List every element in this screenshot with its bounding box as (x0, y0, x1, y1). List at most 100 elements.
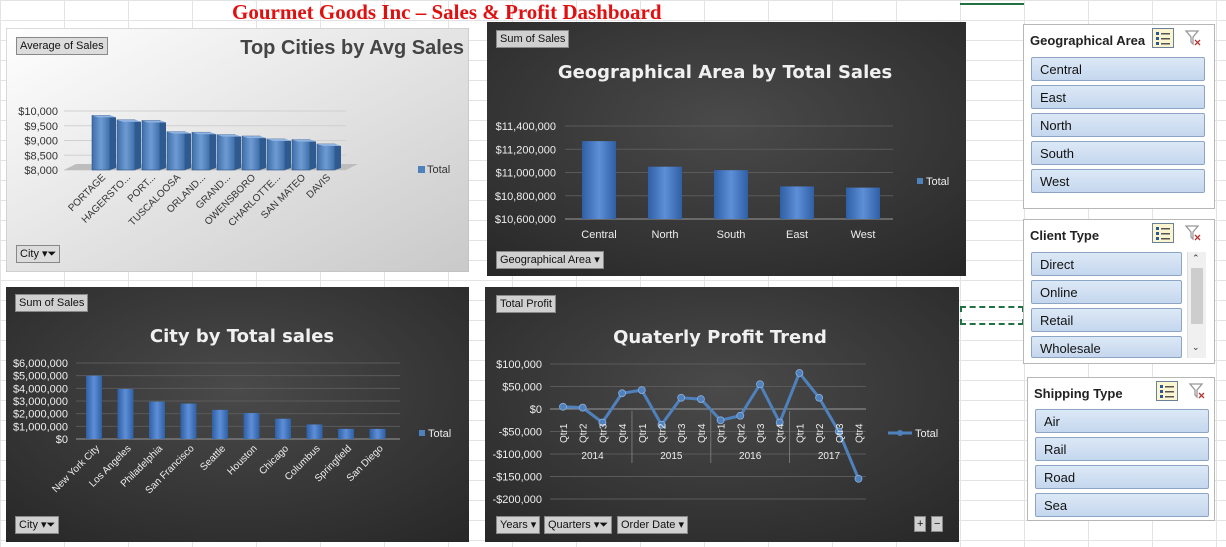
data-point (716, 416, 725, 425)
bar (369, 428, 386, 439)
bar (582, 141, 616, 219)
filter-funnel-icon: ▾⏷ (41, 519, 56, 531)
slicer-item-east[interactable]: East (1031, 85, 1205, 109)
slicer-client-type[interactable]: Client Type Direct Online Retail Wholesa… (1023, 219, 1215, 364)
field-button-city[interactable]: City ▾⏷ (15, 516, 60, 534)
x-group-label: 2017 (818, 451, 841, 462)
chart-title: Top Cities by Avg Sales (240, 37, 464, 59)
y-tick-label: -$50,000 (499, 427, 542, 439)
slicer-item-wholesale[interactable]: Wholesale (1031, 336, 1182, 358)
x-tick-label: Qtr1 (638, 423, 649, 443)
slicer-title: Client Type (1030, 228, 1100, 243)
filter-funnel-icon: ▾⏷ (593, 519, 609, 531)
slicer-item-online[interactable]: Online (1031, 280, 1182, 304)
slicer-title: Shipping Type (1034, 386, 1123, 401)
multi-select-icon[interactable] (1152, 223, 1174, 243)
scroll-up-icon[interactable]: ⌃ (1192, 253, 1200, 264)
slicer-geographical-area[interactable]: Geographical Area Central East North Sou… (1023, 24, 1215, 209)
bar (291, 139, 311, 171)
field-button-order-date[interactable]: Order Date ▾ (617, 516, 689, 534)
clear-filter-icon[interactable] (1188, 382, 1206, 400)
slicer-scrollbar[interactable]: ⌃ ⌄ (1187, 252, 1206, 358)
bar-side (260, 136, 266, 170)
bar (149, 401, 165, 439)
bar (191, 131, 211, 171)
legend-swatch (419, 430, 425, 436)
chart-top-cities-svg: Top Cities by Avg Sales $8,000 $8,500 $9,00… (6, 28, 469, 272)
y-tick-label: $4,000,000 (13, 383, 68, 395)
slicer-item-direct[interactable]: Direct (1031, 252, 1182, 276)
field-button-label: Years (500, 519, 528, 531)
x-tick-label: Qtr2 (815, 423, 826, 443)
field-button-label: Quarters (548, 519, 591, 531)
multi-select-icon[interactable] (1152, 28, 1174, 48)
scroll-thumb[interactable] (1191, 268, 1203, 324)
bar (166, 131, 186, 171)
y-tick-label: $0 (530, 404, 542, 416)
field-button-city[interactable]: City ▾⏷ (16, 245, 61, 263)
data-point (756, 380, 764, 389)
bar-side (185, 131, 191, 170)
bar (180, 403, 197, 439)
chart-quarterly-profit-svg: Quaterly Profit Trend -$200,000 -$150,000 -… (485, 287, 959, 542)
slicer-shipping-type[interactable]: Shipping Type Air Rail Road Sea (1027, 377, 1215, 521)
x-tick-label: West (851, 229, 876, 241)
field-button-quarters[interactable]: Quarters ▾⏷ (544, 516, 613, 534)
legend-swatch (917, 178, 923, 184)
slicer-item-retail[interactable]: Retail (1031, 308, 1182, 332)
field-button-total-profit[interactable]: Total Profit (496, 295, 556, 313)
selected-cell[interactable] (960, 306, 1024, 325)
clear-filter-icon[interactable] (1184, 224, 1202, 242)
data-point (618, 389, 627, 398)
clear-filter-icon[interactable] (1184, 29, 1202, 47)
x-tick-label: Qtr4 (618, 423, 629, 443)
data-point (736, 411, 745, 420)
slicer-title: Geographical Area (1030, 33, 1146, 48)
slicer-item-north[interactable]: North (1031, 113, 1205, 137)
field-button-geographical-area[interactable]: Geographical Area ▾ (496, 251, 604, 269)
bar-side (160, 120, 166, 170)
expand-plus-icon[interactable]: + (914, 516, 927, 532)
x-tick-label: Qtr3 (677, 423, 688, 443)
chart-geo-area[interactable]: Geographical Area by Total Sales $10,600,… (487, 22, 966, 276)
dropdown-arrow-icon: ▾ (530, 519, 537, 531)
slicer-item-air[interactable]: Air (1035, 409, 1209, 433)
bar (243, 413, 260, 439)
x-group-label: 2015 (660, 451, 683, 462)
bar-side (210, 132, 216, 170)
scroll-down-icon[interactable]: ⌄ (1192, 342, 1200, 353)
chart-title: Geographical Area by Total Sales (558, 62, 892, 83)
x-tick-label: East (786, 229, 808, 241)
slicer-item-south[interactable]: South (1031, 141, 1205, 165)
data-point (637, 386, 646, 394)
multi-select-icon[interactable] (1156, 381, 1178, 401)
chart-top-cities[interactable]: Top Cities by Avg Sales $8,000 $8,500 $9,00… (6, 28, 469, 272)
slicer-item-central[interactable]: Central (1031, 57, 1205, 81)
bar-side (335, 144, 341, 170)
field-button-sum-of-sales[interactable]: Sum of Sales (496, 30, 570, 48)
slicer-item-west[interactable]: West (1031, 169, 1205, 193)
y-tick-label: $8,500 (24, 150, 58, 162)
slicer-item-sea[interactable]: Sea (1035, 493, 1209, 517)
x-tick-label: Qtr3 (756, 423, 767, 443)
y-tick-label: $9,500 (24, 121, 58, 133)
filter-funnel-icon: ▾⏷ (42, 248, 57, 260)
collapse-minus-icon[interactable]: − (931, 516, 944, 532)
data-point (677, 393, 686, 402)
field-button-sum-of-sales[interactable]: Sum of Sales (15, 294, 89, 312)
chart-quarterly-profit[interactable]: Quaterly Profit Trend -$200,000 -$150,000 -… (485, 287, 959, 542)
field-button-average-of-sales[interactable]: Average of Sales (16, 37, 108, 55)
data-point (578, 403, 587, 412)
slicer-item-road[interactable]: Road (1035, 465, 1209, 489)
chart-city-total-sales[interactable]: City by Total sales $0 $1,000,000 $2,000,00… (6, 287, 469, 542)
y-tick-label: $1,000,000 (13, 421, 68, 433)
data-point (559, 402, 567, 411)
bar-side (110, 115, 116, 170)
chart-geo-area-svg: Geographical Area by Total Sales $10,600,… (487, 22, 966, 276)
field-button-years[interactable]: Years ▾ (496, 516, 541, 534)
data-point (795, 369, 804, 377)
data-point (854, 474, 863, 483)
slicer-item-rail[interactable]: Rail (1035, 437, 1209, 461)
x-group-label: 2014 (581, 451, 604, 462)
legend-swatch (418, 166, 425, 173)
